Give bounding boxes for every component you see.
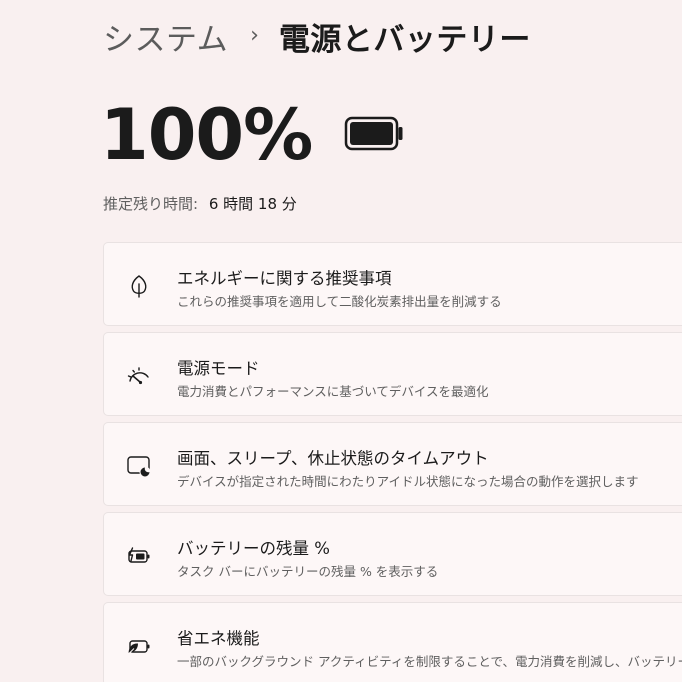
breadcrumb-system-link[interactable]: システム (103, 14, 228, 59)
remaining-value: 6 時間 18 分 (208, 195, 297, 213)
card-title: 省エネ機能 (177, 629, 260, 648)
battery-saver-card[interactable]: 省エネ機能 一部のバックグラウンド アクティビティを制限することで、電力消費を削… (103, 602, 682, 682)
battery-percentage-card[interactable]: バッテリーの残量 % タスク バーにバッテリーの残量 % を表示する (103, 512, 682, 596)
card-description: デバイスが指定された時間にわたりアイドル状態になった場合の動作を選択します (177, 474, 639, 489)
battery-saver-icon (126, 633, 152, 659)
remaining-label: 推定残り時間: (103, 195, 199, 213)
power-mode-card[interactable]: 電源モード 電力消費とパフォーマンスに基づいてデバイスを最適化 (103, 332, 682, 416)
energy-recommendations-card[interactable]: エネルギーに関する推奨事項 これらの推奨事項を適用して二酸化炭素排出量を削減する (103, 242, 682, 326)
card-title: エネルギーに関する推奨事項 (177, 269, 392, 288)
power-mode-gauge-icon (126, 363, 152, 389)
card-title: バッテリーの残量 % (177, 539, 330, 558)
battery-percentage-icon (126, 543, 152, 569)
card-description: これらの推奨事項を適用して二酸化炭素排出量を削減する (177, 294, 502, 309)
page-title: 電源とバッテリー (278, 22, 531, 58)
battery-status: 100% (100, 92, 404, 178)
estimated-time-remaining: 推定残り時間: 6 時間 18 分 (103, 193, 297, 214)
breadcrumb-separator-chevron-icon: › (250, 23, 259, 48)
power-battery-page: システム › 電源とバッテリー 100% 推定残り時間: 6 時間 18 分 エ… (0, 0, 682, 682)
screen-sleep-timeout-card[interactable]: 画面、スリープ、休止状態のタイムアウト デバイスが指定された時間にわたりアイドル… (103, 422, 682, 506)
screen-sleep-icon (126, 453, 152, 479)
battery-full-icon (344, 116, 404, 156)
leaf-icon (126, 273, 152, 299)
battery-percentage: 100% (100, 94, 313, 176)
card-title: 電源モード (177, 359, 260, 378)
card-description: 電力消費とパフォーマンスに基づいてデバイスを最適化 (177, 384, 489, 399)
card-description: タスク バーにバッテリーの残量 % を表示する (177, 564, 439, 579)
breadcrumb: システム › 電源とバッテリー (103, 14, 531, 59)
card-description: 一部のバックグラウンド アクティビティを制限することで、電力消費を削減し、バッテ… (177, 654, 682, 669)
card-title: 画面、スリープ、休止状態のタイムアウト (177, 449, 489, 468)
